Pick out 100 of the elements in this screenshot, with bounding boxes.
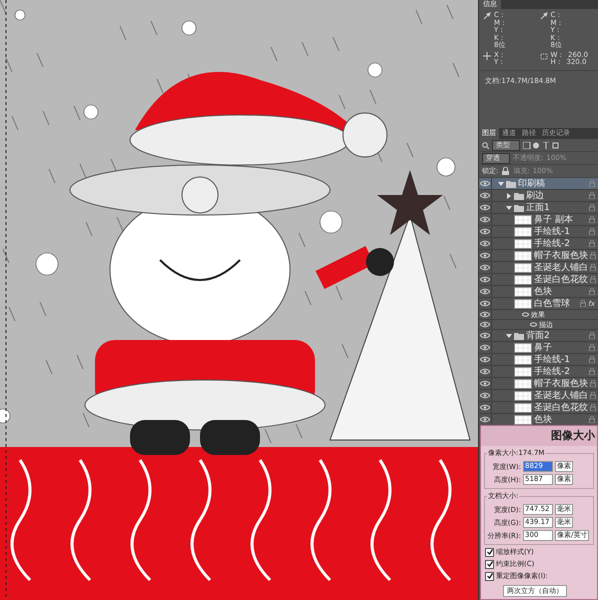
- lock-icon: [589, 344, 595, 351]
- visibility-eye-icon[interactable]: [480, 321, 490, 328]
- layer-name: 手绘线-2: [534, 366, 571, 376]
- layer-name: 帽子衣服色块: [534, 250, 588, 260]
- layer-thumbnail-icon: [514, 414, 532, 424]
- expanded-triangle-icon[interactable]: [506, 204, 512, 210]
- lock-icon: [590, 380, 596, 387]
- layer-row[interactable]: 鼻子: [479, 342, 598, 354]
- lock-icon: [589, 180, 595, 187]
- visibility-eye-icon[interactable]: [480, 380, 490, 387]
- eyedropper-icon: [540, 12, 548, 20]
- layer-name: 圣诞白色花纹: [534, 402, 588, 412]
- layer-thumbnail-icon: [514, 402, 532, 412]
- visibility-eye-icon[interactable]: [480, 344, 490, 351]
- layer-row[interactable]: 背面2: [479, 330, 598, 342]
- layer-row[interactable]: 圣诞白色花纹: [479, 274, 598, 286]
- layer-row[interactable]: 手绘线-2: [479, 366, 598, 378]
- lock-icon: [590, 276, 596, 283]
- lock-icon: [589, 368, 595, 375]
- lock-icon: [589, 204, 595, 211]
- layer-row[interactable]: 圣诞老人铺白: [479, 390, 598, 402]
- expanded-triangle-icon[interactable]: [498, 180, 504, 186]
- lock-icon[interactable]: [501, 167, 510, 175]
- lock-icon: [589, 356, 595, 363]
- layer-name: 刷边: [526, 190, 545, 200]
- layer-thumbnail-icon: [514, 298, 532, 308]
- dialog-title: 图像大小: [481, 426, 597, 446]
- layer-row[interactable]: 圣诞老人铺白: [479, 262, 598, 274]
- lock-icon: [589, 332, 595, 339]
- visibility-eye-icon[interactable]: [480, 216, 490, 223]
- visibility-eye-icon[interactable]: [480, 356, 490, 363]
- layer-name: 手绘线-1: [534, 354, 571, 364]
- visibility-eye-icon[interactable]: [480, 300, 490, 307]
- layer-row[interactable]: 正面1: [479, 202, 598, 214]
- layer-name: 色块: [534, 414, 553, 424]
- layer-thumbnail-icon: [514, 354, 532, 364]
- layer-thumbnail-icon: [514, 250, 532, 260]
- lock-icon: [589, 240, 595, 247]
- layer-row[interactable]: 圣诞白色花纹: [479, 402, 598, 414]
- layer-row[interactable]: 手绘线-1: [479, 354, 598, 366]
- lock-icon: [589, 228, 595, 235]
- layer-name: 圣诞白色花纹: [534, 274, 588, 284]
- layer-thumbnail-icon: [514, 390, 532, 400]
- layer-thumbnail-icon: [514, 262, 532, 272]
- layer-thumbnail-icon: [514, 378, 532, 388]
- layer-row[interactable]: 鼻子 副本: [479, 214, 598, 226]
- checkbox[interactable]: [485, 572, 494, 580]
- layer-thumbnail-icon: [514, 226, 532, 236]
- layer-row[interactable]: 手绘线-1: [479, 226, 598, 238]
- lock-icon: [590, 392, 596, 399]
- layer-name: 鼻子: [534, 342, 553, 352]
- visibility-eye-icon[interactable]: [480, 404, 490, 411]
- layer-name: 手绘线-2: [534, 238, 571, 248]
- layer-row[interactable]: 帽子衣服色块: [479, 378, 598, 390]
- layer-row[interactable]: 印刷稿: [479, 178, 598, 190]
- eyedropper-icon: [483, 12, 491, 20]
- layer-thumbnail-icon: [514, 342, 532, 352]
- layer-thumbnail-icon: [514, 274, 532, 284]
- layer-name: 帽子衣服色块: [534, 378, 588, 388]
- lock-icon: [580, 300, 586, 307]
- visibility-eye-icon[interactable]: [480, 240, 490, 247]
- visibility-eye-icon[interactable]: [480, 192, 490, 199]
- visibility-eye-icon[interactable]: [480, 276, 490, 283]
- layer-name: 正面1: [526, 202, 551, 212]
- layer-name: 手绘线-1: [534, 226, 571, 236]
- layer-row[interactable]: 刷边: [479, 190, 598, 202]
- layer-row[interactable]: 手绘线-2: [479, 238, 598, 250]
- visibility-eye-icon[interactable]: [480, 311, 490, 318]
- layer-thumbnail-icon: [514, 214, 532, 224]
- search-icon: [482, 142, 489, 148]
- collapsed-triangle-icon[interactable]: [506, 192, 512, 198]
- visibility-eye-icon[interactable]: [480, 332, 490, 339]
- lock-icon: [589, 288, 595, 295]
- visibility-eye-icon[interactable]: [480, 252, 490, 259]
- lock-icon: [589, 192, 595, 199]
- layer-name: 鼻子 副本: [534, 214, 574, 224]
- layer-thumbnail-icon: [514, 366, 532, 376]
- selection-size-icon: [540, 52, 548, 60]
- crosshair-icon: [483, 52, 491, 60]
- visibility-eye-icon[interactable]: [480, 288, 490, 295]
- visibility-eye-icon[interactable]: [480, 204, 490, 211]
- layer-row[interactable]: 色块: [479, 286, 598, 298]
- lock-icon: [589, 216, 595, 223]
- layer-thumbnail-icon: [514, 238, 532, 248]
- layer-name: 圣诞老人铺白: [534, 262, 588, 272]
- visibility-eye-icon[interactable]: [480, 264, 490, 271]
- checkbox[interactable]: [485, 560, 494, 568]
- visibility-eye-icon[interactable]: [480, 416, 490, 423]
- expanded-triangle-icon[interactable]: [506, 332, 512, 338]
- visibility-eye-icon[interactable]: [480, 228, 490, 235]
- layer-name: 白色雪球: [534, 298, 571, 308]
- layer-row[interactable]: 帽子衣服色块: [479, 250, 598, 262]
- checkbox[interactable]: [485, 548, 494, 556]
- lock-icon: [590, 264, 596, 271]
- visibility-eye-icon[interactable]: [480, 180, 490, 187]
- layer-name: 印刷稿: [518, 178, 546, 188]
- visibility-eye-icon[interactable]: [480, 368, 490, 375]
- lock-icon: [590, 404, 596, 411]
- visibility-eye-icon[interactable]: [480, 392, 490, 399]
- lock-icon: [590, 252, 596, 259]
